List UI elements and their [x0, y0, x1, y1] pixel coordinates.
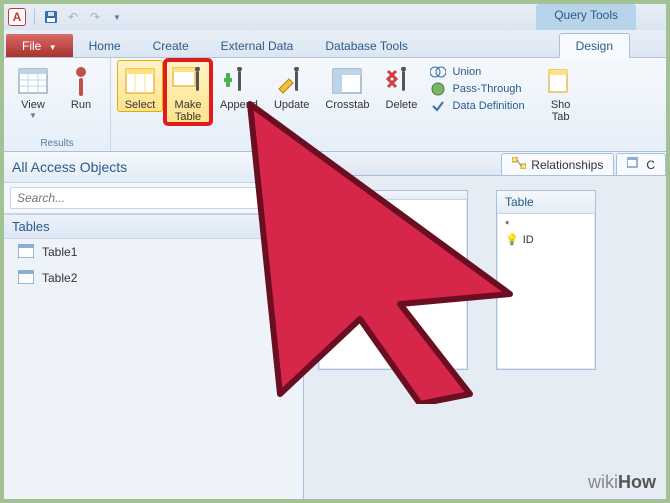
nav-item-table2[interactable]: Table2 [4, 265, 303, 291]
update-button[interactable]: Update [267, 60, 316, 112]
table-icon [18, 270, 34, 286]
chevron-down-icon: ▼ [29, 111, 37, 120]
button-label: View [21, 99, 45, 111]
watermark: wikiHow [588, 472, 656, 493]
chevron-down-icon[interactable]: ▼ [260, 162, 269, 172]
button-label: Make Table [175, 99, 202, 123]
query-icon [627, 157, 641, 172]
make-table-button[interactable]: Make Table [165, 60, 211, 124]
ribbon-group-querytype: Select Make Table Append Update [111, 58, 590, 151]
watermark-text-a: wiki [588, 472, 618, 492]
field-row-all[interactable]: * [505, 218, 587, 232]
ribbon: View ▼ Run Results Select [4, 58, 666, 152]
crosstab-icon [331, 65, 363, 97]
show-table-button[interactable]: Sho Tab [538, 60, 584, 124]
nav-header[interactable]: All Access Objects ▼ « [4, 152, 303, 183]
view-button[interactable]: View ▼ [10, 60, 56, 121]
tab-create[interactable]: Create [137, 34, 205, 57]
union-button[interactable]: Union [430, 64, 524, 80]
button-label: Update [274, 99, 309, 111]
update-icon [276, 65, 308, 97]
append-button[interactable]: Append [213, 60, 265, 112]
button-label: Crosstab [325, 99, 369, 111]
field-label: ID [523, 234, 534, 246]
table-field-list-2[interactable]: Table * 💡 ID [496, 190, 596, 370]
main-content: Relationships C Table * 💡 ID [304, 152, 666, 499]
crosstab-button[interactable]: Crosstab [318, 60, 376, 112]
body-area: All Access Objects ▼ « Tables ︽ Table1 T… [4, 152, 666, 499]
undo-icon[interactable]: ↶ [65, 9, 81, 25]
datasheet-icon [17, 65, 49, 97]
separator [34, 9, 35, 25]
append-icon [223, 65, 255, 97]
make-table-icon [172, 65, 204, 97]
card-title [319, 191, 467, 200]
watermark-text-b: How [618, 472, 656, 492]
title-bar: A ↶ ↷ ▼ Query Tools [4, 4, 666, 30]
run-button[interactable]: Run [58, 60, 104, 112]
field-row-id[interactable]: 💡 ID [505, 232, 587, 247]
card-title: Table [497, 191, 595, 214]
contextual-tab-header: Query Tools [536, 4, 636, 30]
button-label: Delete [386, 99, 418, 111]
search-input[interactable] [10, 187, 297, 209]
delete-icon [385, 65, 417, 97]
show-table-icon [545, 65, 577, 97]
tab-label: File [22, 39, 41, 53]
tab-home[interactable]: Home [73, 34, 137, 57]
select-button[interactable]: Select [117, 60, 163, 112]
passthrough-button[interactable]: Pass-Through [430, 81, 524, 97]
button-label: Pass-Through [452, 83, 521, 95]
ribbon-tabs: File ▼ Home Create External Data Databas… [4, 30, 666, 58]
table-field-list-1[interactable] [318, 190, 468, 370]
button-label: Union [452, 66, 481, 78]
doc-tab-query[interactable]: C [616, 153, 666, 175]
ribbon-group-results: View ▼ Run Results [4, 58, 111, 151]
document-tabs: Relationships C [304, 152, 666, 176]
redo-icon[interactable]: ↷ [87, 9, 103, 25]
query-design-surface[interactable]: Table * 💡 ID [304, 176, 666, 384]
item-label: Table2 [42, 271, 77, 285]
tab-database-tools[interactable]: Database Tools [309, 34, 424, 57]
qat-dropdown-icon[interactable]: ▼ [109, 9, 125, 25]
doc-tab-relationships[interactable]: Relationships [501, 153, 614, 175]
nav-header-title: All Access Objects [12, 159, 127, 175]
tab-design[interactable]: Design [559, 33, 630, 58]
collapse-section-icon: ︽ [285, 219, 295, 234]
button-label: Run [71, 99, 91, 111]
button-label: Append [220, 99, 258, 111]
save-icon[interactable] [43, 9, 59, 25]
chevron-down-icon: ▼ [49, 43, 57, 52]
tab-external-data[interactable]: External Data [205, 34, 310, 57]
tab-label: C [646, 158, 655, 172]
app-icon: A [8, 8, 26, 26]
button-label-2: Tab [552, 111, 570, 123]
relationships-icon [512, 157, 526, 172]
field-label: * [505, 219, 509, 231]
key-icon: 💡 [505, 233, 519, 246]
tab-label: Relationships [531, 158, 603, 172]
tab-file[interactable]: File ▼ [6, 34, 73, 57]
button-label: Sho [551, 99, 571, 111]
union-icon [430, 64, 446, 80]
data-definition-button[interactable]: Data Definition [430, 98, 524, 114]
select-query-icon [124, 65, 156, 97]
item-label: Table1 [42, 245, 77, 259]
delete-button[interactable]: Delete [378, 60, 424, 112]
collapse-pane-icon[interactable]: « [277, 158, 295, 176]
nav-section-tables[interactable]: Tables ︽ [4, 214, 303, 239]
run-icon [65, 65, 97, 97]
nav-item-table1[interactable]: Table1 [4, 239, 303, 265]
section-label: Tables [12, 219, 50, 234]
button-label: Data Definition [452, 100, 524, 112]
navigation-pane: All Access Objects ▼ « Tables ︽ Table1 T… [4, 152, 304, 499]
globe-icon [430, 81, 446, 97]
special-queries-list: Union Pass-Through Data Definition [426, 60, 528, 114]
data-definition-icon [430, 98, 446, 114]
group-label: Results [10, 137, 104, 151]
table-icon [18, 244, 34, 260]
search-wrap [4, 183, 303, 214]
button-label: Select [125, 99, 156, 111]
